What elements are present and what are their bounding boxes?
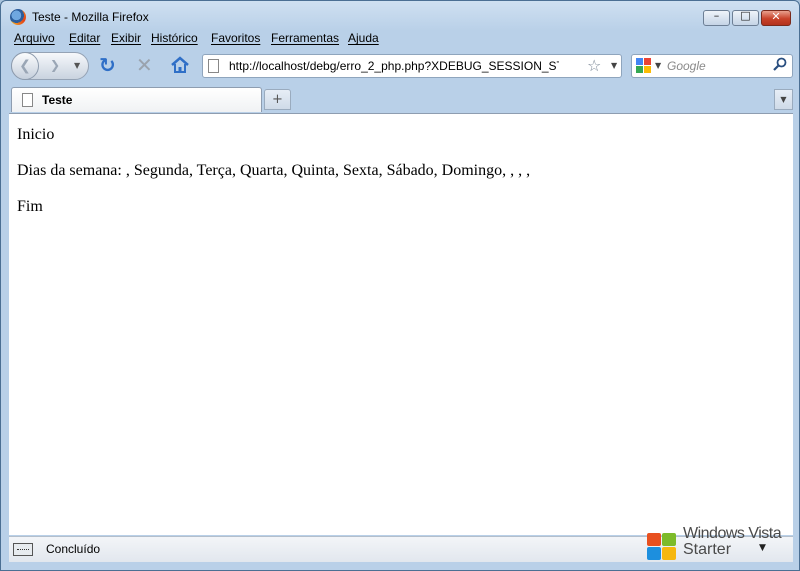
orb-tile: [647, 547, 661, 560]
google-icon-tile: [636, 58, 643, 65]
bookmark-star-icon[interactable]: ☆: [587, 56, 601, 75]
search-input[interactable]: Google: [667, 59, 706, 73]
tab-list-button[interactable]: ▼: [774, 89, 793, 110]
title-bar: Teste - Mozilla Firefox – □ ✕: [1, 1, 799, 31]
windows-vista-badge: Windows Vista Starter: [645, 525, 790, 563]
menu-arquivo[interactable]: Arquivo: [14, 31, 55, 45]
text-line-dias: Dias da semana: , Segunda, Terça, Quarta…: [17, 162, 531, 179]
navigation-toolbar: ❮ ❯ ▼ ↻ ✕ http://localhost/debg/erro_2_p…: [8, 50, 793, 82]
minimize-icon: –: [713, 9, 720, 22]
menu-bar: Arquivo Editar Exibir Histórico Favorito…: [8, 31, 793, 49]
page-icon: [208, 59, 219, 73]
url-input[interactable]: http://localhost/debg/erro_2_php.php?XDE…: [229, 59, 559, 73]
back-icon: ❮: [19, 58, 31, 74]
text-line-inicio: Inicio: [17, 126, 55, 143]
firefox-icon: [10, 9, 26, 25]
home-svg: [171, 56, 189, 73]
minimize-button[interactable]: –: [703, 9, 730, 26]
home-icon[interactable]: [170, 55, 190, 78]
back-forward-group: ❮ ❯ ▼: [11, 52, 89, 80]
google-icon[interactable]: [636, 58, 652, 74]
page-content: Inicio Dias da semana: , Segunda, Terça,…: [9, 113, 793, 535]
menu-favoritos[interactable]: Favoritos: [211, 31, 260, 45]
orb-tile: [647, 533, 661, 546]
status-dropdown-icon[interactable]: ▼: [759, 543, 766, 553]
google-icon-tile: [644, 58, 651, 65]
maximize-button[interactable]: □: [732, 9, 759, 26]
tab-teste[interactable]: Teste: [11, 87, 262, 112]
address-bar[interactable]: http://localhost/debg/erro_2_php.php?XDE…: [202, 54, 622, 78]
text-line-fim: Fim: [17, 198, 43, 215]
tab-label: Teste: [42, 93, 73, 107]
page-icon: [22, 93, 33, 107]
browser-window: Teste - Mozilla Firefox – □ ✕ Arquivo Ed…: [0, 0, 800, 571]
vista-edition-line2: Starter: [683, 541, 732, 558]
google-icon-tile: [644, 66, 651, 73]
search-engine-dropdown-icon[interactable]: ▼: [655, 61, 661, 70]
close-button[interactable]: ✕: [761, 10, 791, 26]
close-icon: ✕: [771, 10, 781, 23]
url-dropdown-icon[interactable]: ▼: [611, 61, 617, 70]
status-icon: [13, 543, 33, 556]
stop-icon[interactable]: ✕: [136, 55, 153, 75]
search-icon[interactable]: [773, 57, 787, 75]
search-bar[interactable]: ▼ Google: [631, 54, 793, 78]
window-title: Teste - Mozilla Firefox: [32, 10, 149, 24]
menu-exibir[interactable]: Exibir: [111, 31, 141, 45]
tab-strip: Teste + ▼: [8, 85, 793, 112]
menu-ajuda[interactable]: Ajuda: [348, 31, 379, 45]
menu-editar[interactable]: Editar: [69, 31, 100, 45]
orb-tile: [662, 547, 676, 560]
windows-orb-icon: [645, 531, 677, 561]
reload-icon[interactable]: ↻: [99, 55, 116, 75]
search-svg: [773, 57, 787, 71]
google-icon-tile: [636, 66, 643, 73]
new-tab-button[interactable]: +: [264, 89, 291, 110]
history-dropdown-icon[interactable]: ▼: [74, 61, 80, 70]
maximize-icon: □: [740, 9, 751, 22]
forward-icon[interactable]: ❯: [50, 58, 60, 72]
status-text: Concluído: [46, 542, 101, 556]
status-bar: Concluído Windows Vista Starter ▼: [9, 525, 793, 562]
menu-historico[interactable]: Histórico: [151, 31, 198, 45]
menu-ferramentas[interactable]: Ferramentas: [271, 31, 339, 45]
back-button[interactable]: ❮: [11, 52, 39, 80]
new-tab-icon: +: [272, 92, 283, 107]
orb-tile: [662, 533, 676, 546]
chevron-down-icon: ▼: [780, 95, 787, 104]
